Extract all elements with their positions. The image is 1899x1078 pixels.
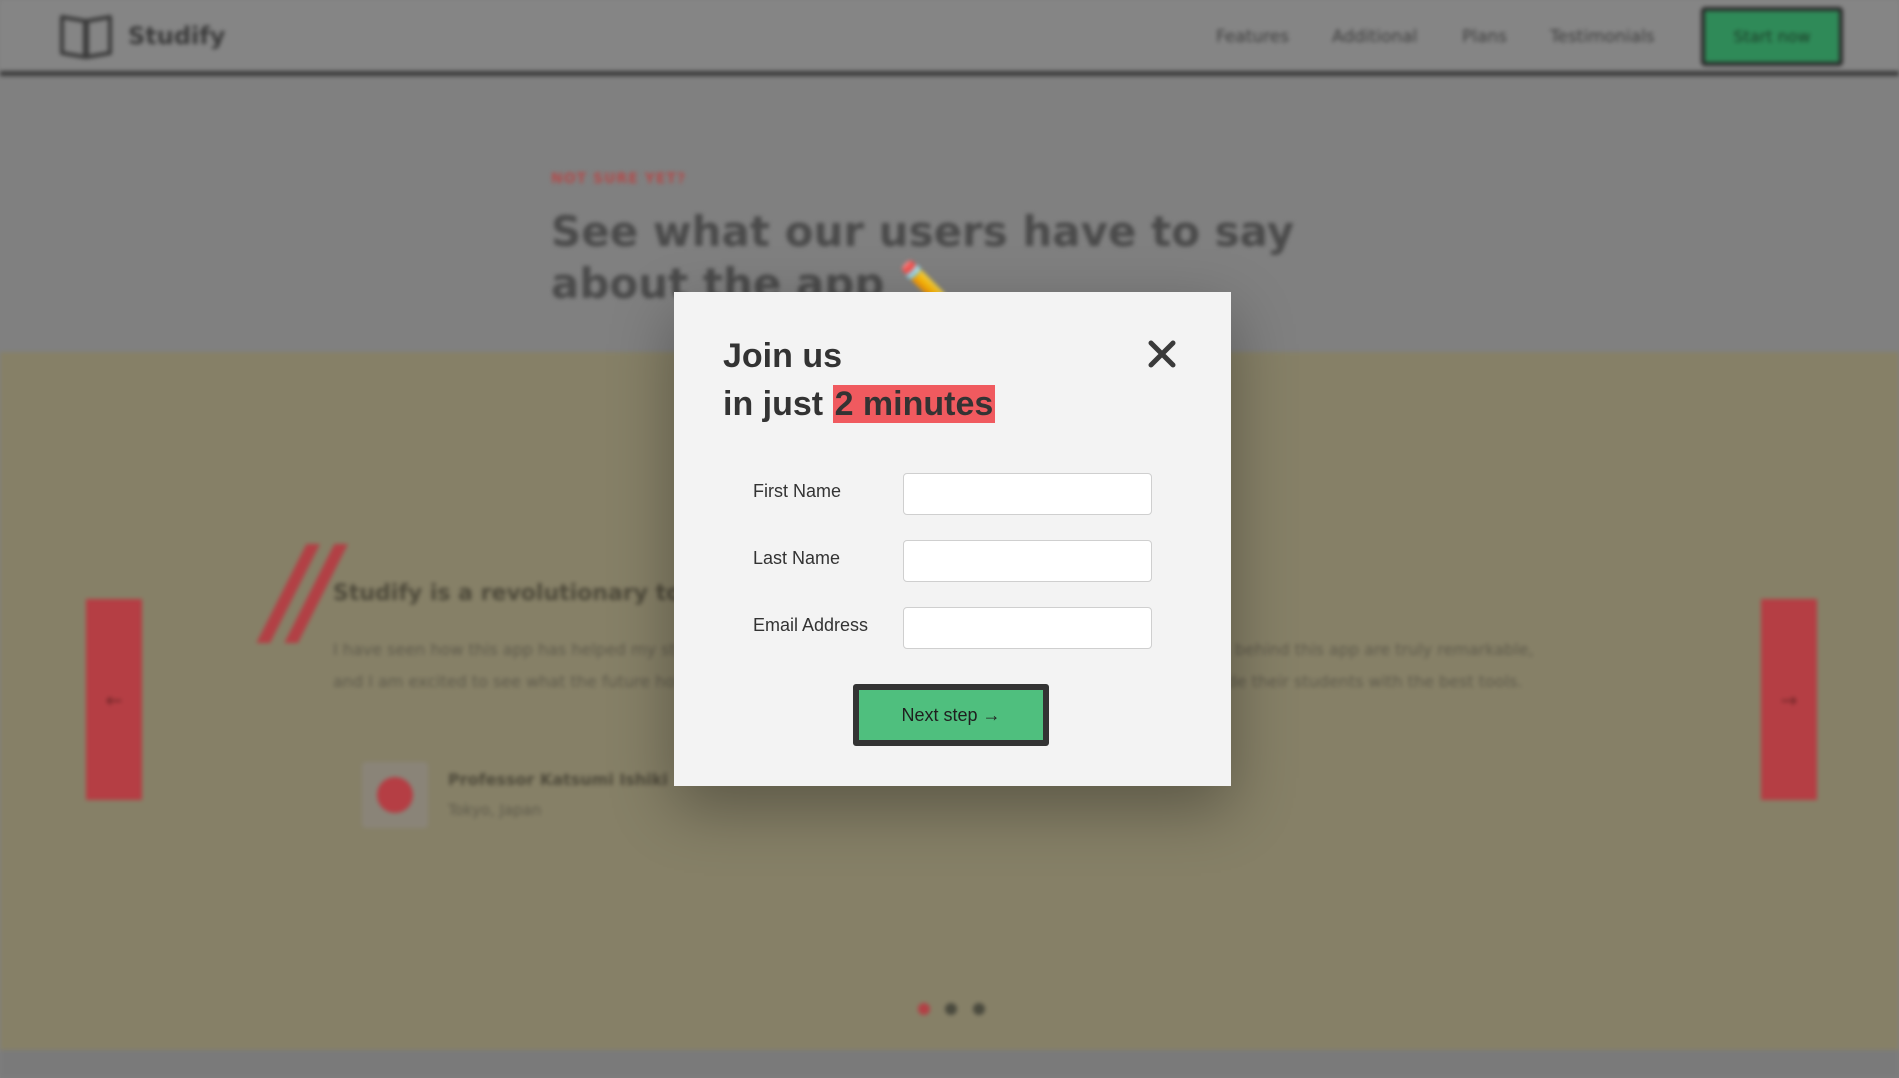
- book-logo-icon: [60, 15, 112, 59]
- page-bottom-strip: [0, 1050, 1899, 1078]
- modal-title: Join us in just 2 minutes: [723, 332, 996, 428]
- first-name-label: First Name: [753, 481, 842, 501]
- section-kicker: NOT SURE YET?: [551, 171, 687, 187]
- quote-mark-icon: //: [268, 522, 340, 661]
- carousel-dot-1[interactable]: [918, 1003, 930, 1015]
- nav-link-additional[interactable]: Additional: [1332, 27, 1417, 47]
- modal-title-highlight: 2 minutes: [832, 385, 996, 423]
- carousel-next-button[interactable]: →: [1761, 599, 1817, 800]
- nav-link-features[interactable]: Features: [1216, 27, 1289, 47]
- author-name: Professor Katsumi Ishiki: [448, 770, 668, 789]
- last-name-label: Last Name: [753, 548, 841, 568]
- carousel-dot-3[interactable]: [973, 1003, 985, 1015]
- nav-link-testimonials[interactable]: Testimonials: [1550, 27, 1655, 47]
- signup-modal: Join us in just 2 minutes First Name Las…: [674, 292, 1231, 786]
- start-now-button[interactable]: Start now: [1701, 7, 1843, 66]
- japan-flag-icon: [377, 777, 413, 813]
- brand-name[interactable]: Studify: [128, 22, 225, 50]
- modal-title-line2: in just 2 minutes: [723, 380, 996, 428]
- author-location: Tokyo, Japan: [448, 801, 542, 819]
- nav-link-plans[interactable]: Plans: [1462, 27, 1507, 47]
- email-address-label: Email Address: [753, 615, 869, 635]
- modal-title-prefix: in just: [723, 385, 833, 423]
- top-navbar: Studify Features Additional Plans Testim…: [0, 0, 1899, 76]
- author-avatar: [362, 762, 428, 828]
- last-name-input[interactable]: [903, 540, 1152, 582]
- next-step-button[interactable]: Next step →: [853, 684, 1049, 746]
- carousel-dot-2[interactable]: [945, 1003, 957, 1015]
- first-name-input[interactable]: [903, 473, 1152, 515]
- testimonial-title: Studify is a revolutionary tool!: [333, 581, 714, 606]
- email-address-input[interactable]: [903, 607, 1152, 649]
- close-icon[interactable]: [1142, 334, 1182, 374]
- carousel-prev-button[interactable]: ←: [86, 599, 142, 800]
- modal-title-line1: Join us: [723, 337, 843, 375]
